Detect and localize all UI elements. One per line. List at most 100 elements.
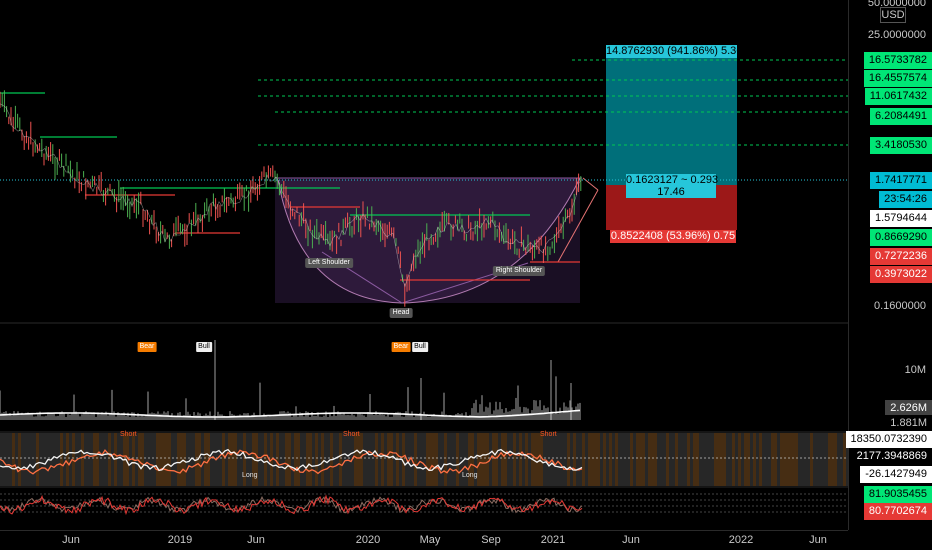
osc-bg-band: [519, 433, 522, 486]
time-tick-label: 2021: [540, 534, 566, 546]
pattern-label[interactable]: Head: [389, 308, 413, 318]
currency-button[interactable]: USD: [880, 7, 906, 23]
osc-bg-band: [285, 433, 288, 486]
short-label: Short: [540, 431, 557, 438]
osc-bg-band: [636, 433, 639, 486]
osc-bg-band: [633, 433, 636, 486]
price-tag-label[interactable]: 1.7417771: [870, 172, 932, 189]
time-tick-label: 2019: [167, 534, 193, 546]
osc-bg-band: [165, 433, 168, 486]
price-tag-label[interactable]: 0.7272236: [870, 248, 932, 265]
osc-bg-band: [486, 433, 489, 486]
osc-bg-band: [312, 433, 315, 486]
time-tick-label: 2020: [355, 534, 381, 546]
osc-bg-band: [57, 433, 60, 486]
time-axis[interactable]: Jun 2019 Jun 2020 May Sep 2021 Jun 2022 Jun: [0, 530, 848, 550]
position-stop-label[interactable]: 0.8522408 (53.96%) 0.75: [610, 230, 736, 243]
osc-bg-band: [492, 433, 495, 486]
signal-label-bear: Bear: [137, 342, 157, 352]
position-target-zone: [606, 45, 737, 185]
osc-bg-band: [621, 433, 624, 486]
osc-bg-band: [378, 433, 381, 486]
pattern-label[interactable]: Right Shoulder: [492, 266, 546, 276]
osc-bg-band: [108, 433, 111, 486]
pattern-label[interactable]: Left Shoulder: [305, 258, 353, 268]
osc-bg-band: [546, 433, 549, 486]
price-tag-label[interactable]: 18350.0732390: [845, 431, 932, 448]
chart-canvas[interactable]: [0, 0, 932, 550]
osc-bg-band: [204, 433, 207, 486]
osc-bg-band: [525, 433, 528, 486]
price-tag-label[interactable]: 1.881M: [885, 415, 932, 432]
time-tick-label: Jun: [247, 534, 265, 546]
osc-bg-band: [663, 433, 666, 486]
osc-bg-band: [417, 433, 420, 486]
rsi-line-red: [0, 494, 583, 516]
position-target-label[interactable]: 14.8762930 (941.86%) 5.36: [606, 45, 742, 58]
osc-bg-band: [414, 433, 417, 486]
osc-bg-band: [435, 433, 438, 486]
position-entry-label[interactable]: 0.1623127 ~ 0.293 17.46: [626, 174, 718, 198]
osc-bg-band: [795, 433, 798, 486]
price-tag-label[interactable]: -26.1427949: [860, 466, 932, 483]
price-tag-label[interactable]: 0.3973022: [870, 266, 932, 283]
osc-bg-band: [66, 433, 69, 486]
osc-bg-band: [339, 433, 342, 486]
osc-bg-band: [21, 433, 24, 486]
osc-bg-band: [381, 433, 384, 486]
short-label: Short: [120, 431, 137, 438]
osc-bg-band: [150, 433, 153, 486]
price-tag-label[interactable]: 1.5794644: [870, 210, 932, 227]
osc-bg-band: [801, 433, 804, 486]
price-tag-label[interactable]: 11.0617432: [864, 88, 932, 105]
osc-bg-band: [141, 433, 144, 486]
osc-bg-band: [582, 433, 585, 486]
osc-bg-band: [276, 433, 279, 486]
long-label: Long: [242, 472, 258, 479]
osc-bg-band: [807, 433, 810, 486]
osc-bg-band: [354, 433, 357, 486]
osc-bg-band: [366, 433, 369, 486]
osc-bg-band: [837, 433, 840, 486]
osc-bg-band: [342, 433, 345, 486]
osc-bg-band: [720, 433, 723, 486]
osc-bg-band: [657, 433, 660, 486]
osc-bg-band: [810, 433, 813, 486]
osc-bg-band: [237, 433, 240, 486]
osc-bg-band: [624, 433, 627, 486]
price-tag-label[interactable]: 6.2084491: [870, 108, 932, 125]
osc-bg-band: [732, 433, 735, 486]
price-tag-label[interactable]: 81.9035455: [863, 486, 932, 503]
osc-bg-band: [3, 433, 6, 486]
osc-bg-band: [27, 433, 30, 486]
price-tag-label[interactable]: 0.8669290: [870, 229, 932, 246]
price-tag-label[interactable]: 23:54:26: [879, 191, 932, 208]
osc-bg-band: [834, 433, 837, 486]
osc-bg-band: [756, 433, 759, 486]
price-axis[interactable]: 50.0000000 25.0000000 16.5733782 16.4557574…: [845, 0, 932, 530]
price-tag-label[interactable]: 16.5733782: [863, 52, 932, 69]
osc-bg-band: [717, 433, 720, 486]
osc-bg-band: [60, 433, 63, 486]
price-tag-label[interactable]: 3.4180530: [870, 137, 932, 154]
osc-bg-band: [495, 433, 498, 486]
osc-bg-band: [594, 433, 597, 486]
osc-bg-band: [180, 433, 183, 486]
price-tick-label: 25.0000000: [867, 29, 926, 41]
chart-plot-svg[interactable]: [0, 0, 849, 530]
osc-bg-band: [156, 433, 159, 486]
osc-bg-band: [522, 433, 525, 486]
price-tag-label[interactable]: 80.7702674: [863, 503, 932, 520]
osc-bg-band: [684, 433, 687, 486]
osc-bg-band: [822, 433, 825, 486]
osc-bg-band: [363, 433, 366, 486]
osc-bg-band: [573, 433, 576, 486]
osc-bg-band: [450, 433, 453, 486]
price-tag-label[interactable]: 16.4557574: [863, 70, 932, 87]
osc-bg-band: [15, 433, 18, 486]
osc-bg-band: [705, 433, 708, 486]
osc-bg-band: [708, 433, 711, 486]
price-tag-label[interactable]: 2177.3948869: [851, 448, 932, 465]
time-tick-label: May: [419, 534, 441, 546]
osc-bg-band: [456, 433, 459, 486]
